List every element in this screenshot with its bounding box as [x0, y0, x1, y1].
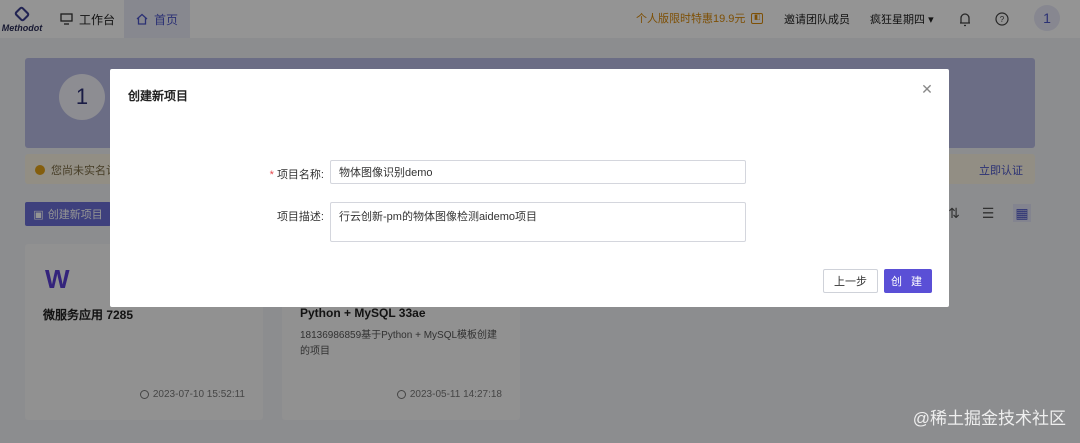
- project-description-label: 项目描述:: [276, 211, 324, 223]
- create-project-modal: 创建新项目 ✕ *项目名称: 项目描述: 行云创新-pm的物体图像检测aidem…: [110, 69, 949, 307]
- project-name-label-text: 项目名称:: [276, 169, 324, 181]
- required-mark: *: [269, 169, 274, 181]
- modal-title: 创建新项目: [128, 89, 189, 103]
- close-icon[interactable]: ✕: [919, 81, 935, 97]
- create-button[interactable]: 创 建: [884, 269, 932, 293]
- watermark: @稀土掘金技术社区: [912, 409, 1066, 428]
- project-name-label: * 项目名称:: [214, 166, 324, 182]
- project-description-input[interactable]: 行云创新-pm的物体图像检测aidemo项目: [330, 202, 746, 242]
- project-name-input[interactable]: [330, 160, 746, 184]
- previous-step-button[interactable]: 上一步: [823, 269, 878, 293]
